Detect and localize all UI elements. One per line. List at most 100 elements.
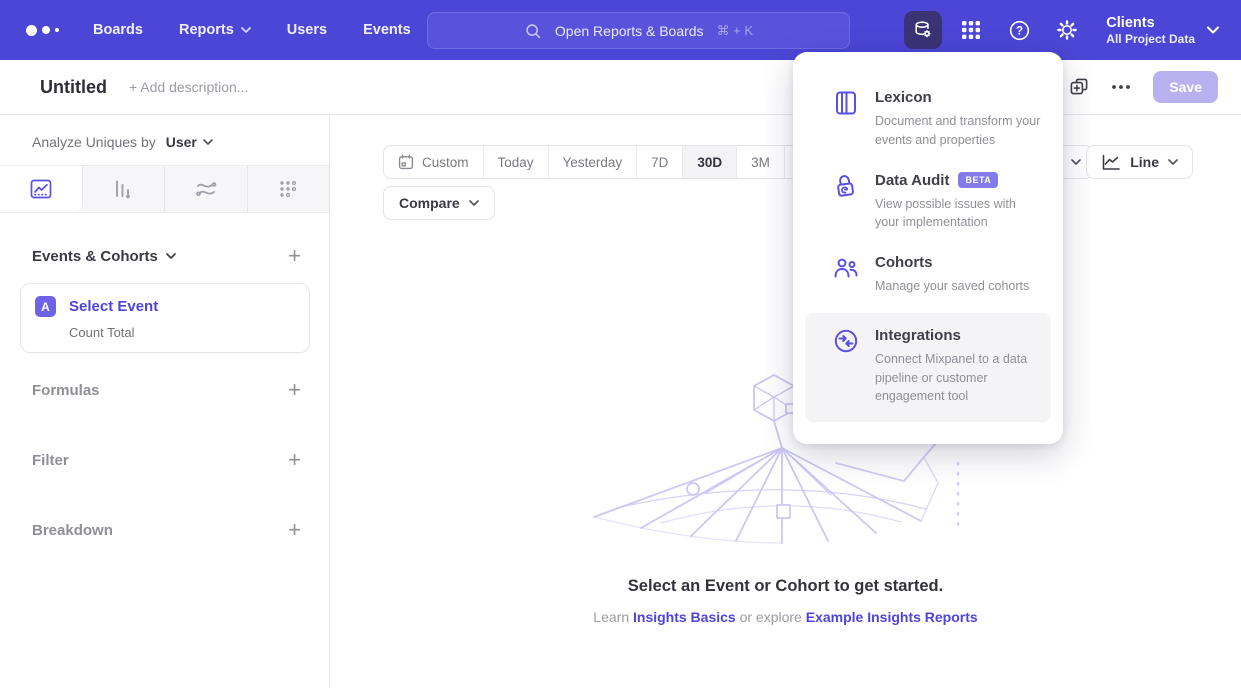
search-icon xyxy=(524,22,542,40)
metric-tab-icon xyxy=(278,179,298,199)
events-cohorts-dropdown[interactable]: Events & Cohorts xyxy=(32,248,176,265)
breakdown-row: Breakdown + xyxy=(32,515,301,545)
example-reports-link[interactable]: Example Insights Reports xyxy=(806,609,978,625)
menu-item-data-audit[interactable]: Data Audit BETA View possible issues wit… xyxy=(793,161,1063,244)
menu-item-cohorts[interactable]: Cohorts Manage your saved cohorts xyxy=(793,243,1063,307)
lexicon-title: Lexicon xyxy=(875,89,932,106)
database-gear-icon xyxy=(912,19,934,41)
search-shortcut: ⌘ + K xyxy=(717,23,754,39)
data-management-button[interactable] xyxy=(904,11,942,49)
integrations-title: Integrations xyxy=(875,327,961,344)
chevron-down-icon xyxy=(1071,159,1081,165)
duplicate-button[interactable] xyxy=(1069,77,1089,97)
cohorts-description: Manage your saved cohorts xyxy=(875,277,1029,296)
insights-basics-link[interactable]: Insights Basics xyxy=(633,609,736,625)
add-filter-button[interactable]: + xyxy=(288,449,301,471)
chevron-down-icon xyxy=(166,253,176,259)
report-header-actions: Save xyxy=(1069,71,1218,103)
data-audit-description: View possible issues with your implement… xyxy=(875,195,1043,233)
nav-item-events[interactable]: Events xyxy=(363,22,411,38)
cohorts-people-icon xyxy=(833,255,859,281)
nav-item-reports[interactable]: Reports xyxy=(179,22,251,38)
chevron-down-icon xyxy=(241,27,251,33)
lexicon-book-icon xyxy=(833,90,859,116)
line-chart-tab-icon xyxy=(30,179,52,199)
apps-grid-button[interactable] xyxy=(952,11,990,49)
compare-label: Compare xyxy=(399,195,460,211)
analyze-value-dropdown[interactable]: User xyxy=(166,134,213,150)
chart-type-tabs xyxy=(0,165,329,213)
nav-item-boards[interactable]: Boards xyxy=(93,22,143,38)
nav-item-users[interactable]: Users xyxy=(287,22,327,38)
date-range-control: Custom Today Yesterday 7D 30D 3M 6M xyxy=(383,145,833,179)
more-options-button[interactable] xyxy=(1111,84,1131,90)
integrations-description: Connect Mixpanel to a data pipeline or c… xyxy=(875,350,1035,406)
compare-dropdown[interactable]: Compare xyxy=(383,186,495,220)
chevron-down-icon xyxy=(1207,26,1219,34)
range-custom-label: Custom xyxy=(422,155,469,170)
learn-prefix: Learn xyxy=(593,609,633,625)
line-style-icon xyxy=(1101,154,1121,171)
search-placeholder: Open Reports & Boards xyxy=(555,23,704,39)
events-cohorts-label: Events & Cohorts xyxy=(32,248,158,265)
global-search-input[interactable]: Open Reports & Boards ⌘ + K xyxy=(427,12,850,49)
data-audit-icon xyxy=(833,173,859,199)
analyze-prefix-label: Analyze Uniques by xyxy=(32,134,156,150)
save-button[interactable]: Save xyxy=(1153,71,1218,103)
integrations-sync-icon xyxy=(833,328,859,354)
workspace-org: Clients xyxy=(1106,14,1195,32)
event-series-badge: A xyxy=(35,296,56,317)
breakdown-label: Breakdown xyxy=(32,522,113,539)
tab-bar-chart[interactable] xyxy=(83,166,166,212)
add-formula-button[interactable]: + xyxy=(288,379,301,401)
formulas-label: Formulas xyxy=(32,382,100,399)
workspace-project: All Project Data xyxy=(1106,32,1195,46)
tab-line-chart[interactable] xyxy=(0,166,83,212)
filter-label: Filter xyxy=(32,452,69,469)
chevron-down-icon xyxy=(203,139,213,145)
range-yesterday-button[interactable]: Yesterday xyxy=(548,146,637,178)
add-breakdown-button[interactable]: + xyxy=(288,519,301,541)
lexicon-description: Document and transform your events and p… xyxy=(875,112,1043,150)
report-canvas: Custom Today Yesterday 7D 30D 3M 6M Comp… xyxy=(330,115,1241,688)
workspace-switcher[interactable]: Clients All Project Data xyxy=(1106,14,1219,46)
range-today-button[interactable]: Today xyxy=(483,146,548,178)
formulas-row: Formulas + xyxy=(32,375,301,405)
settings-button[interactable] xyxy=(1048,11,1086,49)
event-metric-dropdown[interactable]: Count Total xyxy=(69,325,295,340)
beta-badge: BETA xyxy=(958,172,998,188)
flow-tab-icon xyxy=(195,179,217,199)
chart-style-label: Line xyxy=(1130,154,1159,170)
data-audit-title: Data Audit xyxy=(875,172,949,189)
tab-flow-chart[interactable] xyxy=(165,166,248,212)
duplicate-icon xyxy=(1069,77,1089,97)
select-event-label[interactable]: Select Event xyxy=(69,298,158,315)
report-title[interactable]: Untitled xyxy=(40,77,107,98)
menu-item-lexicon[interactable]: Lexicon Document and transform your even… xyxy=(793,78,1063,161)
ellipsis-icon xyxy=(1111,84,1131,90)
chart-style-dropdown[interactable]: Line xyxy=(1086,145,1193,179)
explore-middle: or explore xyxy=(736,609,806,625)
gear-icon xyxy=(1056,19,1078,41)
mixpanel-logo[interactable] xyxy=(26,25,59,36)
nav-item-reports-label: Reports xyxy=(179,22,234,38)
range-7d-button[interactable]: 7D xyxy=(636,146,682,178)
report-description-placeholder[interactable]: + Add description... xyxy=(129,79,248,95)
chevron-down-icon xyxy=(469,200,479,206)
range-custom-button[interactable]: Custom xyxy=(384,146,483,178)
filter-row: Filter + xyxy=(32,445,301,475)
menu-item-integrations[interactable]: Integrations Connect Mixpanel to a data … xyxy=(805,313,1051,422)
range-30d-button[interactable]: 30D xyxy=(682,146,736,178)
event-card[interactable]: A Select Event Count Total xyxy=(20,283,310,353)
help-button[interactable]: ? xyxy=(1000,11,1038,49)
navbar-right-group: ? Clients All Project Data xyxy=(904,0,1219,60)
top-navbar: Boards Reports Users Events Open Reports… xyxy=(0,0,1241,60)
chevron-down-icon xyxy=(1168,159,1178,165)
range-3m-button[interactable]: 3M xyxy=(736,146,784,178)
tab-metric-chart[interactable] xyxy=(248,166,330,212)
svg-text:?: ? xyxy=(1016,25,1023,37)
grid-icon xyxy=(961,20,981,40)
add-event-button[interactable]: + xyxy=(288,245,301,267)
analyze-uniques-row: Analyze Uniques by User xyxy=(32,134,213,150)
empty-state-heading: Select an Event or Cohort to get started… xyxy=(330,577,1241,596)
